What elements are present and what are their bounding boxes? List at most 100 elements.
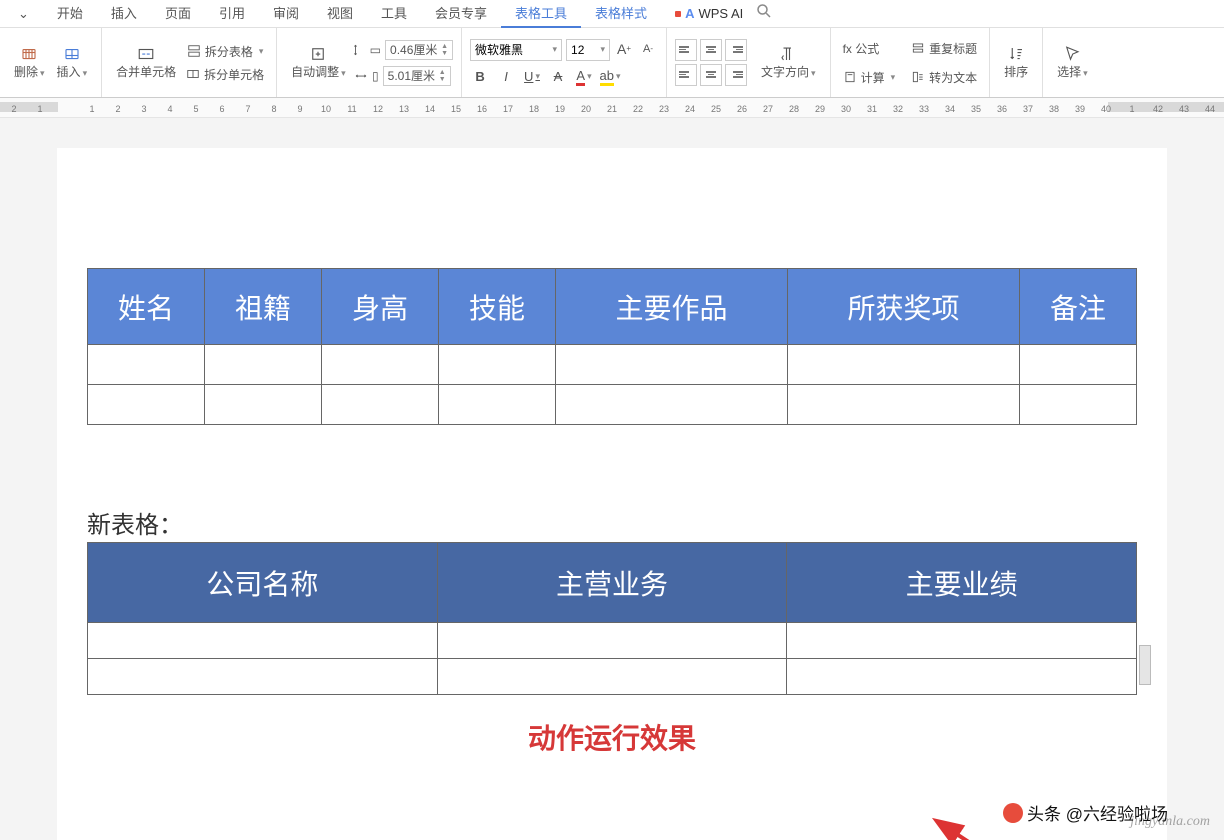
split-table-icon bbox=[187, 44, 201, 58]
th-awards[interactable]: 所获奖项 bbox=[788, 269, 1020, 345]
col-width-input[interactable]: 5.01厘米▲▼ bbox=[383, 66, 451, 86]
table-1[interactable]: 姓名 祖籍 身高 技能 主要作品 所获奖项 备注 bbox=[87, 268, 1137, 425]
toolbar: 删除 插入 合并单元格 拆分表格 拆分单元格 自动调整 bbox=[0, 28, 1224, 98]
page-area: 姓名 祖籍 身高 技能 主要作品 所获奖项 备注 新表格： 公司名称 主营业务 … bbox=[0, 118, 1224, 840]
merge-cells-button[interactable]: 合并单元格 bbox=[110, 41, 182, 84]
text-direction-icon bbox=[779, 45, 797, 63]
th-company[interactable]: 公司名称 bbox=[88, 543, 438, 623]
ruler-tick: 13 bbox=[399, 104, 409, 114]
align-bottom-center[interactable] bbox=[700, 64, 722, 86]
tab-start[interactable]: 开始 bbox=[43, 0, 97, 28]
th-remark[interactable]: 备注 bbox=[1019, 269, 1136, 345]
ruler-tick: 2 bbox=[115, 104, 120, 114]
italic-button[interactable]: I bbox=[496, 67, 516, 87]
stepper-icon[interactable]: ▲▼ bbox=[441, 43, 448, 57]
table-2[interactable]: 公司名称 主营业务 主要业绩 bbox=[87, 542, 1137, 695]
ruler-tick: 32 bbox=[893, 104, 903, 114]
ruler-tick: 7 bbox=[245, 104, 250, 114]
font-size-select[interactable]: 12▾ bbox=[566, 39, 610, 61]
row-height-input[interactable]: 0.46厘米▲▼ bbox=[385, 40, 453, 60]
underline-button[interactable]: U bbox=[522, 67, 542, 87]
tab-member[interactable]: 会员专享 bbox=[421, 0, 501, 28]
highlight-button[interactable]: ab bbox=[600, 67, 620, 87]
th-works[interactable]: 主要作品 bbox=[556, 269, 788, 345]
align-bottom-right[interactable] bbox=[725, 64, 747, 86]
ruler-tick: 29 bbox=[815, 104, 825, 114]
table-row[interactable]: 公司名称 主营业务 主要业绩 bbox=[88, 543, 1137, 623]
th-hometown[interactable]: 祖籍 bbox=[205, 269, 322, 345]
ruler-tick: 34 bbox=[945, 104, 955, 114]
insert-button[interactable]: 插入 bbox=[51, 41, 94, 84]
table-resize-handle[interactable] bbox=[1139, 645, 1151, 685]
align-top-center[interactable] bbox=[700, 39, 722, 61]
th-skill[interactable]: 技能 bbox=[439, 269, 556, 345]
formula-button[interactable]: fx 公式 bbox=[839, 38, 884, 59]
repeat-title-button[interactable]: 重复标题 bbox=[907, 38, 981, 59]
menu-dropdown[interactable]: ⌄ bbox=[4, 0, 43, 28]
calc-button[interactable]: 计算 bbox=[839, 67, 900, 88]
table-row[interactable] bbox=[88, 659, 1137, 695]
ruler-tick: 8 bbox=[271, 104, 276, 114]
wps-ai-label[interactable]: AWPS AI bbox=[675, 6, 743, 21]
th-height[interactable]: 身高 bbox=[322, 269, 439, 345]
th-performance[interactable]: 主要业绩 bbox=[787, 543, 1137, 623]
autofit-button[interactable]: 自动调整 bbox=[285, 41, 352, 84]
ruler-tick: 21 bbox=[607, 104, 617, 114]
avatar-icon bbox=[1003, 803, 1023, 823]
font-name-select[interactable]: 微软雅黑▾ bbox=[470, 39, 562, 61]
tab-page[interactable]: 页面 bbox=[151, 0, 205, 28]
split-table-button[interactable]: 拆分表格 bbox=[183, 41, 268, 62]
decrease-font-button[interactable]: A- bbox=[638, 39, 658, 59]
tab-review[interactable]: 审阅 bbox=[259, 0, 313, 28]
tab-insert[interactable]: 插入 bbox=[97, 0, 151, 28]
ruler-tick: 15 bbox=[451, 104, 461, 114]
th-business[interactable]: 主营业务 bbox=[437, 543, 787, 623]
th-name[interactable]: 姓名 bbox=[88, 269, 205, 345]
tab-ref[interactable]: 引用 bbox=[205, 0, 259, 28]
lock-height-icon: ▭ bbox=[370, 43, 381, 57]
to-text-icon bbox=[911, 70, 925, 84]
tab-tools[interactable]: 工具 bbox=[367, 0, 421, 28]
strikethrough-button[interactable]: A bbox=[548, 67, 568, 87]
merge-icon bbox=[137, 45, 155, 63]
align-bottom-left[interactable] bbox=[675, 64, 697, 86]
font-color-button[interactable]: A bbox=[574, 67, 594, 87]
tab-table-style[interactable]: 表格样式 bbox=[581, 0, 661, 28]
ruler-tick: 16 bbox=[477, 104, 487, 114]
ruler[interactable]: 2112345678910111213141516171819202122232… bbox=[0, 98, 1224, 118]
cursor-icon bbox=[1063, 45, 1081, 63]
ruler-tick: 40 bbox=[1101, 104, 1111, 114]
ruler-tick: 12 bbox=[373, 104, 383, 114]
split-cell-icon bbox=[186, 67, 200, 81]
ruler-tick: 5 bbox=[193, 104, 198, 114]
table-row[interactable]: 姓名 祖籍 身高 技能 主要作品 所获奖项 备注 bbox=[88, 269, 1137, 345]
delete-button[interactable]: 删除 bbox=[8, 41, 51, 84]
ruler-tick: 39 bbox=[1075, 104, 1085, 114]
to-text-button[interactable]: 转为文本 bbox=[907, 67, 981, 88]
page[interactable]: 姓名 祖籍 身高 技能 主要作品 所获奖项 备注 新表格： 公司名称 主营业务 … bbox=[57, 148, 1167, 840]
ruler-tick: 19 bbox=[555, 104, 565, 114]
increase-font-button[interactable]: A+ bbox=[614, 39, 634, 59]
select-button[interactable]: 选择 bbox=[1051, 41, 1094, 84]
tab-view[interactable]: 视图 bbox=[313, 0, 367, 28]
ruler-tick: 9 bbox=[297, 104, 302, 114]
ruler-tick: 14 bbox=[425, 104, 435, 114]
stepper-icon[interactable]: ▲▼ bbox=[439, 69, 446, 83]
table-row[interactable] bbox=[88, 623, 1137, 659]
align-top-right[interactable] bbox=[725, 39, 747, 61]
split-cells-button[interactable]: 拆分单元格 bbox=[182, 64, 268, 85]
sort-button[interactable]: 排序 bbox=[998, 41, 1034, 84]
tab-table-tools[interactable]: 表格工具 bbox=[501, 0, 581, 28]
table-row[interactable] bbox=[88, 345, 1137, 385]
bold-button[interactable]: B bbox=[470, 67, 490, 87]
ruler-tick: 11 bbox=[347, 104, 356, 114]
text-direction-button[interactable]: 文字方向 bbox=[755, 41, 822, 84]
ruler-tick: 10 bbox=[321, 104, 331, 114]
ruler-tick: 31 bbox=[867, 104, 877, 114]
col-width-icon bbox=[354, 69, 368, 83]
ruler-tick: 25 bbox=[711, 104, 721, 114]
table-row[interactable] bbox=[88, 385, 1137, 425]
align-top-left[interactable] bbox=[675, 39, 697, 61]
repeat-title-icon bbox=[911, 41, 925, 55]
search-icon[interactable] bbox=[755, 2, 773, 25]
